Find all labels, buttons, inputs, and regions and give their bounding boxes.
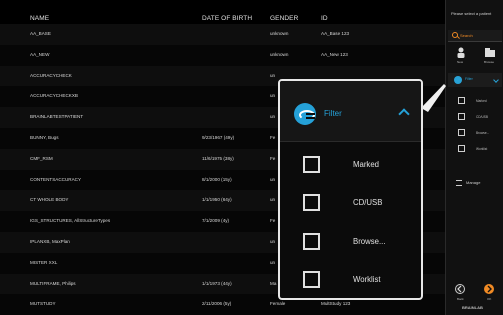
filter-option-label: Marked xyxy=(353,160,379,169)
new-label: New xyxy=(457,60,464,64)
sidebar-check-browse-label: Browse... xyxy=(476,131,490,135)
checkbox-browse[interactable] xyxy=(303,233,320,250)
cell-gender: un xyxy=(270,176,276,182)
manage-label: Manage xyxy=(466,180,481,186)
search-button[interactable]: Search xyxy=(448,30,502,42)
filter-option-cdusb[interactable]: CD/USB xyxy=(280,183,421,223)
table-row[interactable]: AA_BASE unknown AA_Base 123 xyxy=(0,24,445,45)
cell-id: AA_New 123 xyxy=(321,51,348,57)
cell-name: MUTSTUDY xyxy=(30,301,56,307)
sidebar-filter-toggle[interactable]: Filter xyxy=(448,73,502,87)
checkbox-cdusb[interactable] xyxy=(303,194,320,211)
cell-dob: 2/11/2006 (5y) xyxy=(202,301,232,307)
filter-icon xyxy=(294,103,316,125)
sidebar-filter-label: Filter xyxy=(465,77,473,81)
col-header-id[interactable]: ID xyxy=(321,15,328,22)
cell-name: MISTER XXL xyxy=(30,259,58,265)
back-label: Back xyxy=(457,297,464,301)
cell-gender: Fe xyxy=(270,135,276,140)
cell-gender: Female xyxy=(270,301,286,307)
cell-dob: 7/1/2009 (4y) xyxy=(202,218,230,224)
sidebar-check-worklist-label: Worklist xyxy=(476,147,488,151)
filter-option-label: Worklist xyxy=(353,275,381,284)
filter-popup: Filter Marked CD/USB Browse... Worklist xyxy=(278,79,423,300)
cell-name: CT WHOLE BODY xyxy=(30,197,69,203)
search-icon xyxy=(452,32,458,38)
brainlab-logo: BRAINLAB xyxy=(462,305,483,310)
cell-name: ACCURACYCHECK xyxy=(30,72,72,78)
cell-gender: un xyxy=(270,114,276,120)
sidebar-check-cdusb-label: CD/USB xyxy=(476,115,489,119)
filter-option-label: CD/USB xyxy=(353,198,383,207)
cell-gender: un xyxy=(270,72,276,78)
browse-icon[interactable] xyxy=(484,46,496,57)
cell-name: BRAINLABTESTPATIENT xyxy=(30,114,84,120)
cell-gender: unknown xyxy=(270,51,289,57)
chevron-up-icon[interactable] xyxy=(398,108,410,120)
cell-name: CMF_RSM xyxy=(30,155,53,161)
sidebar-check-cdusb[interactable] xyxy=(458,113,465,120)
cell-dob: 8/1/2000 (15y) xyxy=(202,176,232,182)
checkbox-worklist[interactable] xyxy=(303,271,320,288)
cell-gender: un xyxy=(270,93,276,99)
col-header-gender[interactable]: GENDER xyxy=(270,15,298,22)
cell-gender: unknown xyxy=(270,31,289,36)
sidebar-check-marked-label: Marked xyxy=(476,99,487,103)
new-patient-icon[interactable] xyxy=(456,46,468,58)
cell-name: BUNNY, Bugs xyxy=(30,135,59,140)
cell-id: AA_Base 123 xyxy=(321,31,350,36)
col-header-dob[interactable]: DATE OF BIRTH xyxy=(202,15,252,22)
sidebar-hint: Please select a patient xyxy=(451,11,492,16)
table-row[interactable]: AA_NEW unknown AA_New 123 xyxy=(0,44,445,66)
cell-gender: Fe xyxy=(270,155,276,161)
cell-gender: un xyxy=(270,197,276,203)
ok-button[interactable] xyxy=(484,284,494,294)
cell-name: CONTENTSACCURACY xyxy=(30,176,82,182)
cell-name: MULTIFRAME, Philips xyxy=(30,280,76,286)
cell-dob: 9/23/1967 (49y) xyxy=(202,135,235,140)
cell-gender: un xyxy=(270,239,276,244)
chevron-down-icon xyxy=(493,77,499,83)
ok-label: OK xyxy=(487,297,492,301)
filter-popup-header[interactable]: Filter xyxy=(280,81,421,142)
search-label: Search xyxy=(460,33,473,38)
cell-dob: 1/1/1950 (64y) xyxy=(202,197,232,203)
filter-option-marked[interactable]: Marked xyxy=(280,145,421,185)
col-header-name[interactable]: NAME xyxy=(30,15,49,22)
filter-option-browse[interactable]: Browse... xyxy=(280,222,421,262)
checkbox-marked[interactable] xyxy=(303,156,320,173)
sidebar-check-browse[interactable] xyxy=(458,129,465,136)
forward-arrow-icon xyxy=(487,285,492,293)
sidebar-check-marked[interactable] xyxy=(458,97,465,104)
filter-popup-title: Filter xyxy=(324,109,342,118)
cell-gender: Fe xyxy=(270,218,276,224)
cell-id: MultStudy 123 xyxy=(321,301,351,307)
filter-option-label: Browse... xyxy=(353,237,386,246)
filter-option-worklist[interactable]: Worklist xyxy=(280,260,421,298)
cell-name: AA_NEW xyxy=(30,51,50,57)
filter-icon xyxy=(454,76,462,84)
cell-name: AA_BASE xyxy=(30,31,51,36)
sidebar-check-worklist[interactable] xyxy=(458,145,465,152)
cell-name: ACCURACYCHECKXB xyxy=(30,93,78,99)
cell-name: IPLANXB, MaxPlan xyxy=(30,239,70,244)
back-button[interactable] xyxy=(455,284,465,294)
back-arrow-icon xyxy=(457,285,462,293)
cell-name: IGS_STRUCTURES, AllStructureTypes xyxy=(30,218,111,224)
manage-menu[interactable]: Manage xyxy=(456,180,480,186)
cell-gender: un xyxy=(270,259,276,265)
manage-icon xyxy=(456,180,462,186)
cell-dob: 1/1/1973 (44y) xyxy=(202,280,232,286)
cell-dob: 11/6/1975 (38y) xyxy=(202,155,234,161)
browse-label: Browse xyxy=(484,60,495,64)
cell-gender: Ma xyxy=(270,280,277,286)
sidebar: Please select a patient Search New Brows… xyxy=(445,0,503,315)
